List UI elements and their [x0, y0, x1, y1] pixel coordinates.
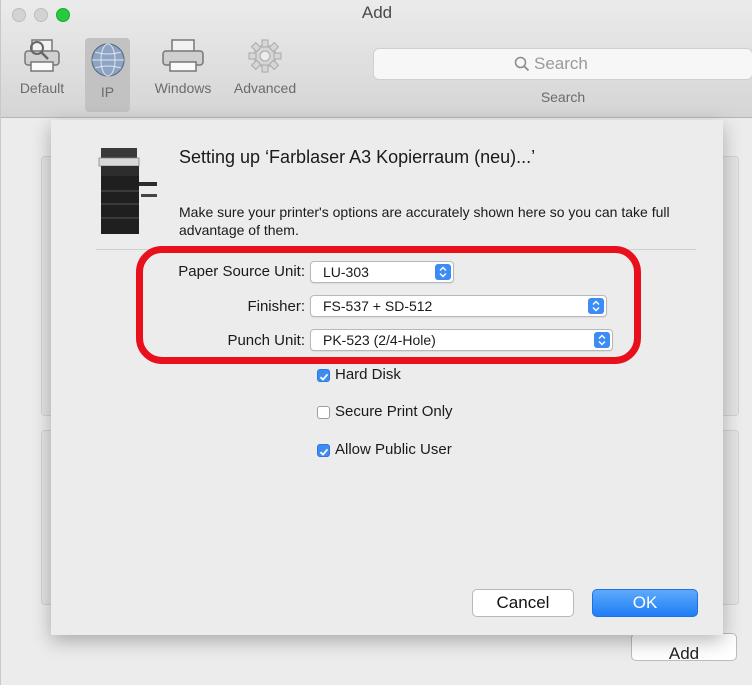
cancel-button[interactable]: Cancel — [472, 589, 574, 617]
checkbox-checked-icon — [317, 444, 330, 457]
allow-public-user-label: Allow Public User — [335, 441, 452, 458]
toolbar-item-ip-label: IP — [100, 84, 115, 100]
gear-icon — [248, 39, 282, 73]
toolbar-item-advanced[interactable]: Advanced — [223, 38, 307, 96]
search-input[interactable] — [534, 53, 734, 75]
search-icon — [514, 56, 530, 72]
windows-printer-icon — [162, 39, 204, 72]
toolbar-item-advanced-label: Advanced — [233, 80, 297, 96]
secure-print-only-label: Secure Print Only — [335, 403, 453, 420]
ok-button[interactable]: OK — [592, 589, 698, 617]
add-printer-window: Add Default IP Windows Advanced Search S… — [0, 0, 752, 685]
printer-options-sheet: Setting up ‘Farblaser A3 Kopierraum (neu… — [51, 120, 723, 635]
sheet-description: Make sure your printer's options are acc… — [179, 204, 670, 238]
toolbar-item-windows[interactable]: Windows — [144, 38, 222, 96]
checkbox-unchecked-icon — [317, 406, 330, 419]
default-printer-icon — [24, 39, 60, 72]
globe-icon — [90, 43, 125, 77]
toolbar-item-default[interactable]: Default — [1, 38, 83, 96]
search-field[interactable] — [373, 48, 752, 80]
toolbar-item-ip[interactable]: IP — [85, 38, 130, 112]
toolbar-item-windows-label: Windows — [154, 80, 212, 96]
hard-disk-label: Hard Disk — [335, 366, 401, 383]
toolbar-item-default-label: Default — [19, 80, 65, 96]
checkbox-checked-icon — [317, 369, 330, 382]
title-bar: Add Default IP Windows Advanced Search S… — [1, 0, 752, 118]
window-title: Add — [361, 3, 393, 22]
sheet-title: Setting up ‘Farblaser A3 Kopierraum (neu… — [179, 147, 536, 167]
add-button[interactable]: Add — [631, 633, 737, 661]
search-label: Search — [540, 89, 586, 105]
highlight-annotation — [136, 246, 641, 364]
copier-printer-icon — [98, 148, 157, 234]
